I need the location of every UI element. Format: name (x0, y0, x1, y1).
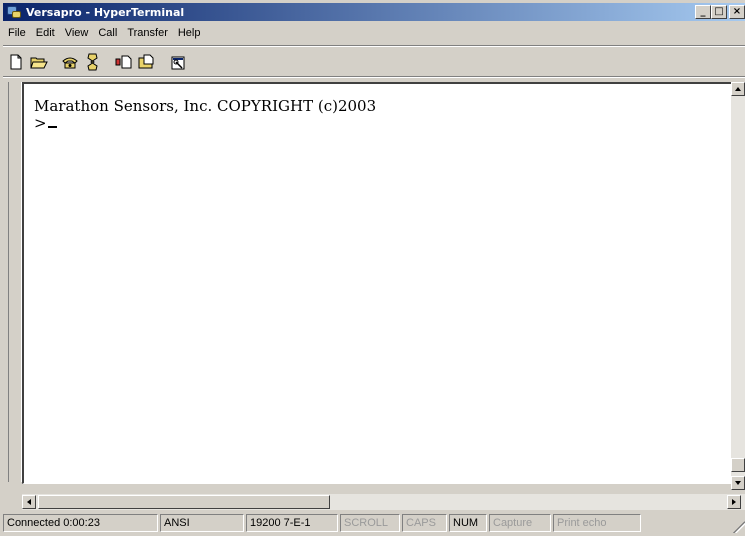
menu-help[interactable]: Help (173, 27, 206, 39)
terminal-screen[interactable]: Marathon Sensors, Inc. COPYRIGHT (c)2003… (22, 82, 731, 484)
scroll-down-button[interactable] (731, 476, 745, 490)
arrow-right-icon (732, 499, 736, 505)
receive-button[interactable] (135, 51, 158, 73)
menu-edit[interactable]: Edit (31, 27, 60, 39)
send-file-icon (115, 55, 131, 69)
vertical-scrollbar[interactable] (731, 82, 745, 490)
status-caps-indicator: CAPS (402, 514, 447, 532)
window-title: Versapro - HyperTerminal (26, 5, 185, 19)
status-bar: Connected 0:00:23 ANSI 19200 7-E-1 SCROL… (3, 513, 745, 533)
scroll-left-button[interactable] (22, 495, 36, 509)
arrow-left-icon (27, 499, 31, 505)
horizontal-scroll-thumb[interactable] (38, 495, 330, 509)
resize-grip[interactable] (733, 521, 745, 533)
disconnect-icon (86, 53, 98, 71)
menu-bar: File Edit View Call Transfer Help (3, 24, 205, 42)
dial-phone-icon (61, 57, 78, 69)
toolbar-separator (3, 76, 745, 78)
arrow-up-icon (735, 87, 741, 91)
status-emulation: ANSI (160, 514, 244, 532)
horizontal-scrollbar[interactable] (22, 494, 745, 510)
status-connected-time: Connected 0:00:23 (3, 514, 158, 532)
status-capture-indicator: Capture (489, 514, 551, 532)
maximize-button[interactable]: □ (711, 5, 727, 19)
menu-separator (3, 45, 745, 47)
title-bar[interactable]: Versapro - HyperTerminal _ □ × (3, 3, 745, 21)
close-button[interactable]: × (729, 5, 745, 19)
arrow-down-icon (735, 481, 741, 485)
disconnect-button[interactable] (81, 51, 104, 73)
scroll-right-button[interactable] (727, 495, 741, 509)
hyperterminal-app-icon[interactable] (6, 4, 22, 20)
open-folder-icon (29, 57, 48, 69)
terminal-left-gutter (8, 82, 22, 482)
status-port-settings: 19200 7-E-1 (246, 514, 338, 532)
text-cursor (47, 126, 57, 128)
new-connection-button[interactable] (4, 51, 27, 73)
open-button[interactable] (27, 51, 50, 73)
receive-file-icon (138, 54, 153, 69)
menu-call[interactable]: Call (93, 27, 122, 39)
terminal-prompt-line: > (34, 115, 57, 132)
menu-transfer[interactable]: Transfer (122, 27, 173, 39)
send-button[interactable] (112, 51, 135, 73)
status-print-echo-indicator: Print echo (553, 514, 641, 532)
minimize-button[interactable]: _ (695, 5, 711, 19)
scroll-up-button[interactable] (731, 82, 745, 96)
window-controls: _ □ × (695, 5, 745, 19)
status-scroll-indicator: SCROLL (340, 514, 400, 532)
properties-button[interactable] (166, 51, 189, 73)
dial-button[interactable] (58, 51, 81, 73)
new-document-icon (10, 54, 21, 70)
menu-view[interactable]: View (60, 27, 94, 39)
terminal-prompt: > (34, 114, 47, 132)
vertical-scroll-thumb[interactable] (731, 458, 745, 472)
hyperterminal-window: Versapro - HyperTerminal _ □ × File Edit… (0, 0, 745, 536)
properties-icon (171, 56, 184, 70)
status-num-indicator: NUM (449, 514, 487, 532)
toolbar (4, 50, 189, 74)
menu-file[interactable]: File (3, 27, 31, 39)
terminal-line-copyright: Marathon Sensors, Inc. COPYRIGHT (c)2003 (34, 97, 377, 115)
